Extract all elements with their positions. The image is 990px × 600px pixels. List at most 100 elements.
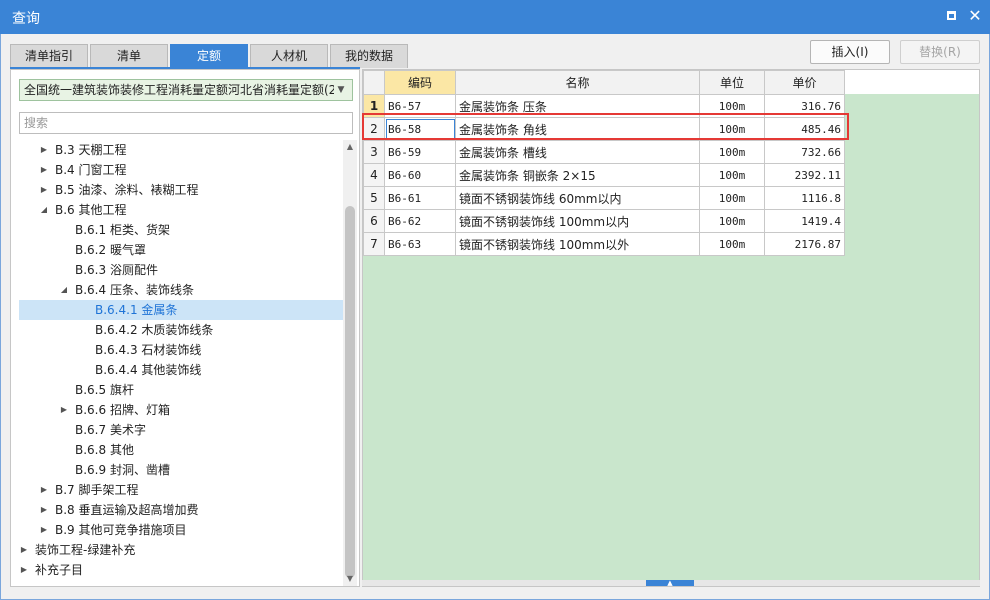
table-row[interactable]: 1 B6-57 金属装饰条 压条 100m 316.76 [363,94,845,118]
cell-unit[interactable]: 100m [699,94,765,118]
tree-item-label: B.6.2 暖气罩 [75,243,146,257]
tree-item[interactable]: B.6.2 暖气罩 [19,240,343,260]
tree-scrollbar[interactable]: ▲ ▼ [343,140,357,586]
cell-code[interactable]: B6-62 [384,209,456,233]
tree-item[interactable]: ▶ B.7 脚手架工程 [19,480,343,500]
cell-code[interactable]: B6-63 [384,232,456,256]
cell-code[interactable]: B6-58 [384,117,456,141]
tree-item[interactable]: ▶ 装饰工程-绿建补充 [19,540,343,560]
tree-item[interactable]: B.6.1 柜类、货架 [19,220,343,240]
collapse-icon[interactable]: ◢ [59,280,69,300]
cell-unit[interactable]: 100m [699,209,765,233]
cell-price[interactable]: 732.66 [764,140,845,164]
table-row[interactable]: 4 B6-60 金属装饰条 铜嵌条 2×15 100m 2392.11 [363,163,845,187]
column-header-price[interactable]: 单价 [764,70,845,95]
tree-item[interactable]: B.6.5 旗杆 [19,380,343,400]
scrollbar-thumb[interactable] [345,206,355,578]
tree-item[interactable]: B.6.7 美术字 [19,420,343,440]
maximize-icon[interactable] [942,7,960,25]
insert-button[interactable]: 插入(I) [810,40,890,64]
tree-item[interactable]: ◢ B.6.4 压条、装饰线条 [19,280,343,300]
tab-my-data[interactable]: 我的数据 [330,44,408,68]
tree-item-label: B.6.8 其他 [75,443,134,457]
library-select[interactable]: 全国统一建筑装饰装修工程消耗量定额河北省消耗量定额(20 ▼ [19,79,353,101]
cell-code[interactable]: B6-59 [384,140,456,164]
splitter-grip-icon[interactable]: ▲ [646,580,694,587]
cell-code[interactable]: B6-61 [384,186,456,210]
tree-item[interactable]: ▶ B.8 垂直运输及超高增加费 [19,500,343,520]
cell-name[interactable]: 镜面不锈钢装饰线 100mm以内 [455,209,700,233]
tree-item[interactable]: ▶ B.4 门窗工程 [19,160,343,180]
search-input[interactable] [19,112,353,134]
tree-item-label: B.6.4.1 金属条 [95,303,178,317]
tree-item-label: B.8 垂直运输及超高增加费 [55,503,199,517]
tree-item[interactable]: ▶ 补充子目 [19,560,343,580]
chevron-down-icon[interactable]: ▼ [334,80,348,100]
expand-icon[interactable]: ▶ [19,540,29,560]
collapse-icon[interactable]: ◢ [39,200,49,220]
table-row[interactable]: 7 B6-63 镜面不锈钢装饰线 100mm以外 100m 2176.87 [363,232,845,256]
tab-labor-material[interactable]: 人材机 [250,44,328,68]
expand-icon[interactable]: ▶ [19,560,29,580]
cell-name[interactable]: 金属装饰条 铜嵌条 2×15 [455,163,700,187]
row-number: 4 [363,163,385,187]
cell-name[interactable]: 金属装饰条 槽线 [455,140,700,164]
scroll-up-icon[interactable]: ▲ [343,140,357,154]
cell-price[interactable]: 485.46 [764,117,845,141]
column-header-unit[interactable]: 单位 [699,70,765,95]
tree-item-label: B.6 其他工程 [55,203,127,217]
cell-unit[interactable]: 100m [699,186,765,210]
cell-unit[interactable]: 100m [699,140,765,164]
tree-item[interactable]: ▶ B.5 油漆、涂料、裱糊工程 [19,180,343,200]
cell-code[interactable]: B6-57 [384,94,456,118]
table-row[interactable]: 2 B6-58 金属装饰条 角线 100m 485.46 [363,117,845,141]
scroll-down-icon[interactable]: ▼ [343,572,357,586]
close-icon[interactable]: ✕ [966,7,984,25]
tree-item[interactable]: B.6.3 浴厕配件 [19,260,343,280]
tree-item[interactable]: B.6.4.2 木质装饰线条 [19,320,343,340]
column-header-code[interactable]: 编码 [384,70,456,95]
cell-price[interactable]: 316.76 [764,94,845,118]
cell-price[interactable]: 1419.4 [764,209,845,233]
row-number: 6 [363,209,385,233]
expand-icon[interactable]: ▶ [39,520,49,540]
column-header-name[interactable]: 名称 [455,70,700,95]
tree-item[interactable]: ▶ B.6.6 招牌、灯箱 [19,400,343,420]
cell-unit[interactable]: 100m [699,232,765,256]
tab-list[interactable]: 清单 [90,44,168,68]
tree-item[interactable]: ◢ B.6 其他工程 [19,200,343,220]
cell-code[interactable]: B6-60 [384,163,456,187]
replace-button[interactable]: 替换(R) [900,40,980,64]
expand-icon[interactable]: ▶ [39,160,49,180]
cell-unit[interactable]: 100m [699,163,765,187]
expand-icon[interactable]: ▶ [39,140,49,160]
table-row[interactable]: 6 B6-62 镜面不锈钢装饰线 100mm以内 100m 1419.4 [363,209,845,233]
tree-item[interactable]: B.6.8 其他 [19,440,343,460]
tree-item[interactable]: B.6.4.4 其他装饰线 [19,360,343,380]
cell-name[interactable]: 金属装饰条 角线 [455,117,700,141]
cell-name[interactable]: 镜面不锈钢装饰线 60mm以内 [455,186,700,210]
row-number: 7 [363,232,385,256]
cell-name[interactable]: 镜面不锈钢装饰线 100mm以外 [455,232,700,256]
expand-icon[interactable]: ▶ [59,400,69,420]
tree-item[interactable]: B.6.4.3 石材装饰线 [19,340,343,360]
tree-item[interactable]: ▶ B.9 其他可竞争措施项目 [19,520,343,540]
table-row[interactable]: 5 B6-61 镜面不锈钢装饰线 60mm以内 100m 1116.8 [363,186,845,210]
tree-item-label: B.3 天棚工程 [55,143,127,157]
tab-list-guide[interactable]: 清单指引 [10,44,88,68]
tree-item[interactable]: B.6.4.1 金属条 [19,300,343,320]
tab-quota[interactable]: 定额 [170,44,248,68]
grid-horizontal-scrollbar[interactable]: ▲ [362,580,980,587]
cell-name[interactable]: 金属装饰条 压条 [455,94,700,118]
chapter-tree: ▶ B.3 天棚工程 ▶ B.4 门窗工程 ▶ B.5 油漆、涂料、裱糊工程 ◢ B.6 其他… [11,140,343,584]
expand-icon[interactable]: ▶ [39,500,49,520]
tree-item[interactable]: B.6.9 封洞、凿槽 [19,460,343,480]
cell-unit[interactable]: 100m [699,117,765,141]
tree-item[interactable]: ▶ B.3 天棚工程 [19,140,343,160]
expand-icon[interactable]: ▶ [39,180,49,200]
expand-icon[interactable]: ▶ [39,480,49,500]
cell-price[interactable]: 1116.8 [764,186,845,210]
table-row[interactable]: 3 B6-59 金属装饰条 槽线 100m 732.66 [363,140,845,164]
cell-price[interactable]: 2176.87 [764,232,845,256]
cell-price[interactable]: 2392.11 [764,163,845,187]
